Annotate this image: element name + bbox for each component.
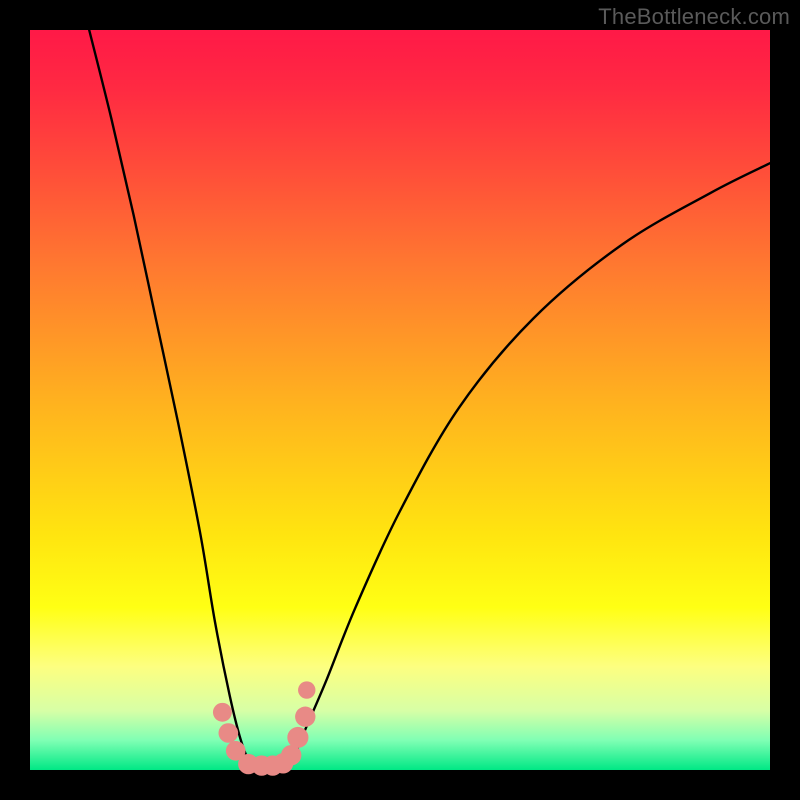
highlight-marker xyxy=(287,727,308,748)
chart-stage: TheBottleneck.com xyxy=(0,0,800,800)
highlight-marker xyxy=(281,745,301,765)
curve-layer xyxy=(30,30,770,770)
highlight-marker xyxy=(295,707,315,727)
highlight-markers xyxy=(213,681,316,775)
right-branch-path xyxy=(289,163,770,770)
plot-area xyxy=(30,30,770,770)
left-branch-path xyxy=(89,30,252,770)
watermark-text: TheBottleneck.com xyxy=(598,4,790,30)
highlight-marker xyxy=(213,703,232,722)
highlight-marker xyxy=(219,723,239,743)
highlight-marker xyxy=(298,681,315,698)
